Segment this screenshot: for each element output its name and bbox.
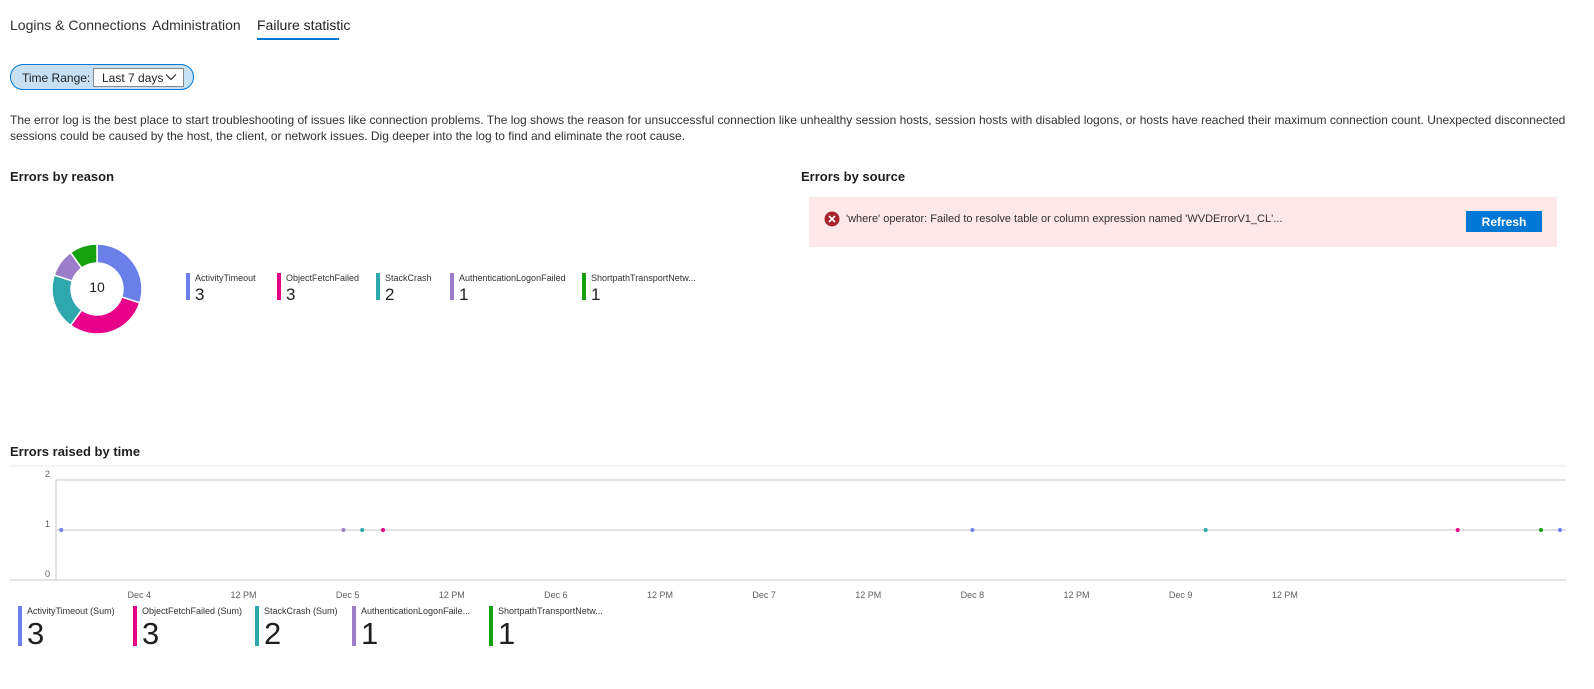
y-tick-label: 2 — [45, 469, 50, 479]
x-tick-label: Dec 9 — [1169, 590, 1193, 600]
x-tick-label: 12 PM — [855, 590, 881, 600]
legend-color-bar — [450, 273, 454, 300]
time-range-label: Time Range: — [22, 71, 91, 85]
y-tick-label: 1 — [45, 519, 50, 529]
legend-label: ShortpathTransportNetw... — [498, 606, 603, 616]
refresh-button[interactable]: Refresh — [1466, 211, 1542, 232]
legend-object-fetch-failed-sum[interactable]: ObjectFetchFailed (Sum) 3 — [133, 606, 248, 651]
data-point[interactable] — [1539, 528, 1544, 532]
active-tab-indicator — [257, 38, 339, 40]
x-tick-label: Dec 6 — [544, 590, 568, 600]
y-tick-label: 0 — [45, 569, 50, 579]
legend-object-fetch-failed[interactable]: ObjectFetchFailed 3 — [277, 273, 367, 304]
legend-color-bar — [376, 273, 380, 300]
legend-label: AuthenticationLogonFailed — [459, 273, 566, 283]
data-point[interactable] — [59, 528, 64, 532]
legend-value: 3 — [27, 616, 45, 651]
legend-color-bar — [18, 606, 22, 646]
legend-label: StackCrash — [385, 273, 432, 283]
legend-shortpath-transport-sum[interactable]: ShortpathTransportNetw... 1 — [489, 606, 609, 651]
legend-value: 1 — [361, 616, 379, 651]
errors-by-reason-title: Errors by reason — [10, 169, 115, 184]
legend-color-bar — [352, 606, 356, 646]
legend-label: ObjectFetchFailed — [286, 273, 360, 283]
legend-stack-crash-sum[interactable]: StackCrash (Sum) 2 — [255, 606, 345, 651]
legend-value: 1 — [498, 616, 516, 651]
data-point[interactable] — [1558, 528, 1562, 532]
chevron-down-icon — [165, 74, 177, 81]
x-tick-label: 12 PM — [230, 590, 256, 600]
tab-logins-connections[interactable]: Logins & Connections — [10, 17, 146, 33]
x-tick-label: Dec 8 — [961, 590, 985, 600]
legend-activity-timeout-sum[interactable]: ActivityTimeout (Sum) 3 — [18, 606, 123, 651]
legend-activity-timeout[interactable]: ActivityTimeout 3 — [186, 273, 266, 304]
legend-stack-crash[interactable]: StackCrash 2 — [376, 273, 446, 304]
errors-by-source-title: Errors by source — [801, 169, 906, 184]
legend-color-bar — [186, 273, 190, 300]
errors-by-time-chart: 0 1 2 Dec 4 12 PM Dec 5 12 PM Dec 6 12 PM Dec 7 1… — [10, 465, 1566, 600]
data-point[interactable] — [360, 528, 365, 532]
error-banner: 'where' operator: Failed to resolve tabl… — [809, 197, 1557, 247]
data-point[interactable] — [341, 528, 346, 532]
legend-value: 2 — [385, 285, 395, 304]
time-range-value: Last 7 days — [102, 71, 164, 85]
legend-authentication-logon-failed[interactable]: AuthenticationLogonFailed 1 — [450, 273, 575, 304]
legend-label: ActivityTimeout (Sum) — [27, 606, 115, 616]
legend-label: AuthenticationLogonFaile... — [361, 606, 471, 616]
data-point[interactable] — [1455, 528, 1460, 532]
legend-label: ObjectFetchFailed (Sum) — [142, 606, 243, 616]
errors-by-time-title: Errors raised by time — [10, 444, 141, 459]
tab-administration[interactable]: Administration — [152, 17, 241, 33]
legend-color-bar — [277, 273, 281, 300]
legend-value: 3 — [286, 285, 296, 304]
legend-color-bar — [255, 606, 259, 646]
donut-slice-2[interactable] — [69, 296, 141, 335]
legend-value: 3 — [142, 616, 160, 651]
x-tick-label: 12 PM — [1064, 590, 1090, 600]
x-tick-label: 12 PM — [647, 590, 673, 600]
x-tick-label: Dec 7 — [752, 590, 776, 600]
description-text: The error log is the best place to start… — [10, 113, 1566, 143]
data-point[interactable] — [380, 528, 385, 532]
time-range-dropdown[interactable]: Last 7 days — [93, 68, 184, 87]
legend-authentication-logon-failed-sum[interactable]: AuthenticationLogonFaile... 1 — [352, 606, 477, 651]
legend-value: 1 — [591, 285, 601, 304]
time-range-filter[interactable]: Time Range: Last 7 days — [10, 64, 194, 90]
data-point[interactable] — [1203, 528, 1208, 532]
legend-label: ActivityTimeout — [195, 273, 256, 283]
x-tick-label: Dec 5 — [336, 590, 360, 600]
tab-failure-statistic[interactable]: Failure statistic — [257, 17, 350, 33]
x-tick-label: 12 PM — [1272, 590, 1298, 600]
legend-color-bar — [582, 273, 586, 300]
x-tick-label: 12 PM — [439, 590, 465, 600]
error-message: 'where' operator: Failed to resolve tabl… — [846, 213, 1283, 225]
legend-color-bar — [489, 606, 493, 646]
error-circle-icon — [824, 211, 840, 227]
donut-total: 10 — [89, 279, 105, 295]
x-tick-label: Dec 4 — [128, 590, 152, 600]
legend-color-bar — [133, 606, 137, 646]
legend-value: 3 — [195, 285, 205, 304]
legend-label: StackCrash (Sum) — [264, 606, 338, 616]
legend-shortpath-transport[interactable]: ShortpathTransportNetw... 1 — [582, 273, 697, 304]
data-point[interactable] — [970, 528, 975, 532]
legend-label: ShortpathTransportNetw... — [591, 273, 696, 283]
legend-value: 1 — [459, 285, 469, 304]
legend-value: 2 — [264, 616, 282, 651]
